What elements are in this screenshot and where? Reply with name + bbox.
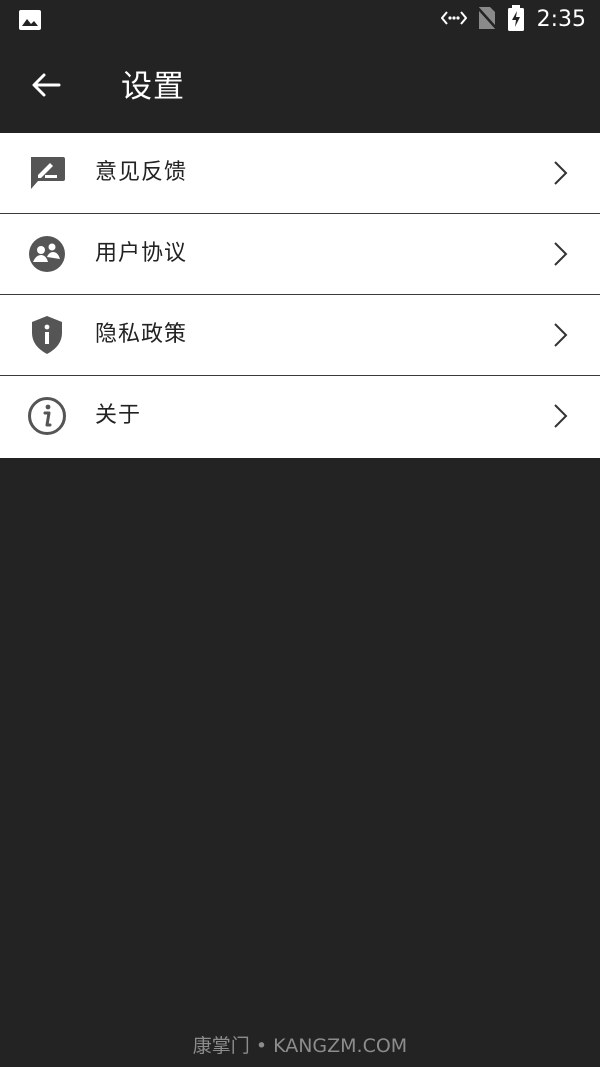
image-icon xyxy=(18,9,42,31)
page-title: 设置 xyxy=(121,69,185,105)
chevron-right-icon xyxy=(552,322,568,348)
app-bar: 设置 xyxy=(0,40,600,133)
settings-item-privacy[interactable]: 隐私政策 xyxy=(0,295,600,376)
chevron-right-icon xyxy=(552,160,568,186)
user-agreement-icon xyxy=(27,234,67,274)
watermark: 康掌门 • KANGZM.COM xyxy=(192,1035,408,1057)
back-button[interactable] xyxy=(18,64,74,110)
status-icons: 2:35 xyxy=(440,4,586,36)
chevron-right-icon xyxy=(552,403,568,429)
settings-item-user-agreement[interactable]: 用户协议 xyxy=(0,214,600,295)
settings-item-label: 用户协议 xyxy=(95,241,188,266)
chevron-right-icon xyxy=(552,241,568,267)
info-icon xyxy=(27,396,67,436)
settings-item-label: 关于 xyxy=(95,403,142,428)
no-sim-icon xyxy=(476,6,497,34)
privacy-shield-icon xyxy=(27,315,67,355)
settings-item-feedback[interactable]: 意见反馈 xyxy=(0,133,600,214)
settings-list: 意见反馈 用户协议 隐私政策 关于 xyxy=(0,133,600,458)
settings-item-label: 隐私政策 xyxy=(95,322,188,347)
battery-charging-icon xyxy=(507,5,525,35)
data-transfer-icon xyxy=(440,10,467,30)
feedback-icon xyxy=(27,153,67,193)
status-time: 2:35 xyxy=(536,7,586,32)
settings-item-label: 意见反馈 xyxy=(95,160,188,185)
settings-item-about[interactable]: 关于 xyxy=(0,376,600,458)
back-arrow-icon xyxy=(31,72,61,102)
status-bar: 2:35 xyxy=(0,0,600,40)
